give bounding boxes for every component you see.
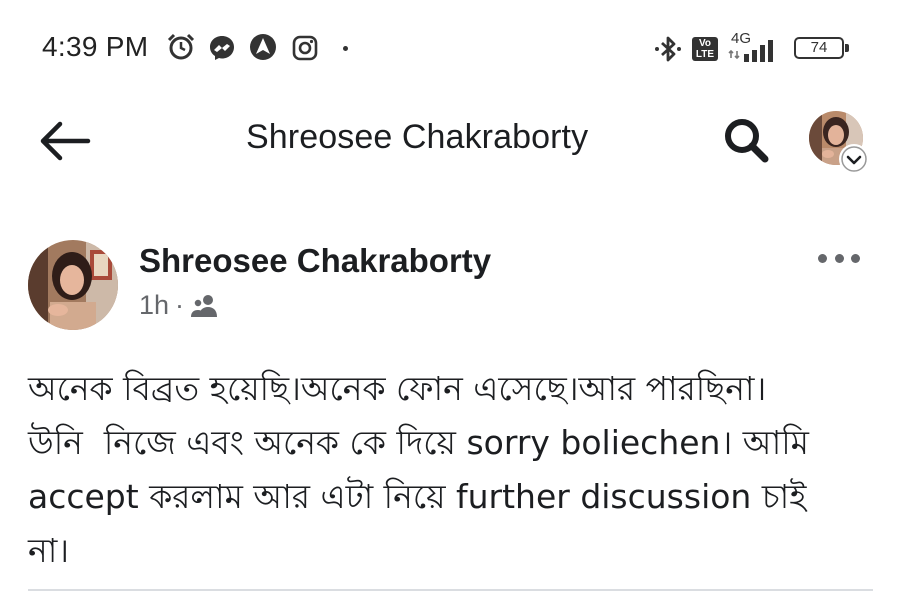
author-photo bbox=[28, 240, 118, 330]
post-divider bbox=[28, 589, 873, 591]
more-dot bbox=[851, 253, 860, 263]
post-body-text: অনেক বিব্রত হয়েছি।অনেক ফোন এসেছে।আর পার… bbox=[28, 369, 810, 570]
volte-label: Vo LTE bbox=[695, 38, 715, 60]
top-app-bar: Shreosee Chakraborty bbox=[0, 100, 900, 190]
meta-separator: · bbox=[175, 290, 185, 320]
instagram-icon bbox=[292, 35, 318, 61]
arrow-app-icon bbox=[250, 34, 276, 60]
search-icon bbox=[725, 119, 769, 163]
signal-icon bbox=[728, 40, 773, 62]
volte-icon: Vo LTE bbox=[692, 37, 718, 61]
status-time: 4:39 PM bbox=[42, 31, 149, 62]
back-arrow-icon bbox=[40, 121, 91, 161]
more-dot bbox=[818, 253, 827, 263]
bluetooth-icon bbox=[655, 36, 681, 62]
friends-icon[interactable] bbox=[190, 294, 218, 318]
back-button[interactable] bbox=[38, 120, 92, 162]
more-dot bbox=[834, 253, 844, 263]
status-dot bbox=[343, 46, 348, 51]
account-menu-button[interactable] bbox=[808, 110, 874, 176]
page-title: Shreosee Chakraborty bbox=[246, 118, 589, 156]
battery-icon: 74 bbox=[794, 37, 849, 59]
post-author-name[interactable]: Shreosee Chakraborty bbox=[139, 242, 491, 280]
battery-level: 74 bbox=[810, 39, 828, 56]
post-author-avatar[interactable] bbox=[28, 240, 118, 330]
post-meta: 1h · bbox=[139, 290, 218, 321]
battery-tip bbox=[845, 44, 849, 52]
post-options-button[interactable] bbox=[818, 250, 860, 266]
user-avatar bbox=[809, 111, 869, 174]
search-button[interactable] bbox=[722, 116, 770, 164]
post-timestamp[interactable]: 1h bbox=[139, 290, 169, 321]
status-bar: 4:39 PM Vo LTE 4G 74 bbox=[0, 0, 900, 100]
alarm-icon bbox=[167, 33, 195, 60]
messenger-icon bbox=[210, 36, 234, 60]
